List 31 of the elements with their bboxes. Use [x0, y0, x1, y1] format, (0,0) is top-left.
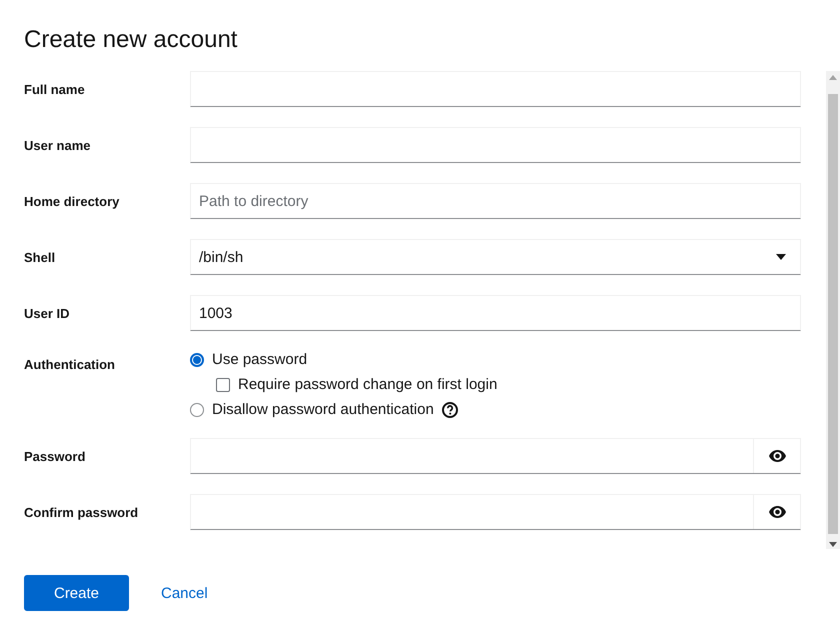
field-label: User ID — [24, 306, 71, 320]
field-label: Shell — [24, 250, 56, 264]
option-label: Disallow password authentication — [212, 401, 434, 418]
eye-icon — [768, 450, 786, 462]
text-field[interactable] — [190, 127, 801, 163]
password-field[interactable] — [190, 438, 801, 474]
scrollbar[interactable] — [826, 71, 840, 549]
field-label: Home directory — [24, 194, 120, 208]
option-label: Require password change on first login — [238, 376, 498, 393]
password-field[interactable] — [190, 494, 801, 530]
caret-icon — [776, 254, 786, 260]
scroll-down-arrow-icon[interactable] — [829, 542, 837, 547]
create-button[interactable]: Create — [24, 575, 129, 611]
field-label: Full name — [24, 82, 86, 96]
text-field[interactable]: 1003 — [190, 295, 801, 331]
text-field[interactable] — [190, 71, 801, 107]
help-icon[interactable] — [442, 402, 458, 418]
scroll-up-arrow-icon[interactable] — [829, 75, 837, 80]
radio-button[interactable] — [190, 352, 204, 366]
radio-button[interactable] — [190, 402, 204, 416]
field-label: User name — [24, 138, 92, 152]
cancel-link[interactable]: Cancel — [137, 575, 232, 611]
field-label: Password — [24, 448, 86, 464]
checkbox[interactable] — [216, 378, 230, 392]
dialog-title: Create new account — [24, 26, 238, 55]
field-label: Confirm password — [24, 504, 140, 520]
select-field[interactable]: /bin/sh — [190, 239, 801, 275]
eye-icon — [768, 506, 786, 518]
text-field[interactable]: Path to directory — [190, 183, 801, 219]
field-label: Authentication — [24, 356, 116, 372]
option-label: Use password — [212, 351, 308, 368]
